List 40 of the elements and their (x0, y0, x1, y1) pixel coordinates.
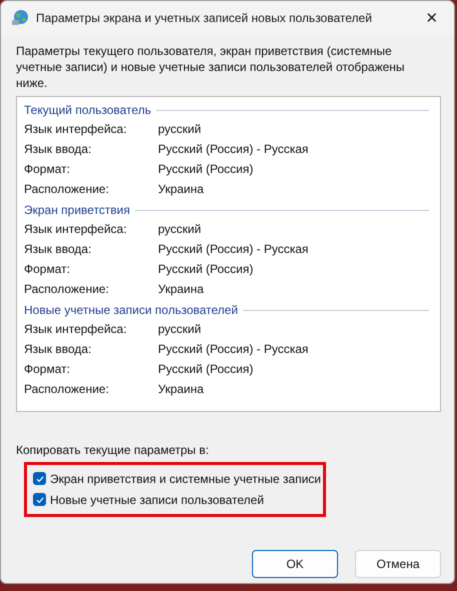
check-icon (34, 474, 44, 484)
copy-label: Копировать текущие параметры в: (16, 443, 210, 457)
setting-label: Расположение: (24, 182, 110, 196)
dialog-button[interactable]: OK (252, 550, 338, 578)
checkbox-label[interactable]: Новые учетные записи пользователей (50, 492, 264, 506)
window-title: Параметры экрана и учетных записей новых пользователей (36, 11, 373, 25)
setting-label: Язык интерфейса: (24, 322, 128, 336)
setting-value: Русский (Россия) - Русская (158, 342, 308, 356)
setting-label: Язык ввода: (24, 142, 92, 156)
setting-label: Язык ввода: (24, 242, 92, 256)
checkbox-label[interactable]: Экран приветствия и системные учетные записи (50, 472, 321, 486)
setting-label: Формат: (24, 262, 71, 276)
close-button[interactable]: ✕ (410, 1, 454, 35)
setting-label: Язык интерфейса: (24, 122, 128, 136)
check-icon (34, 494, 44, 504)
checkbox[interactable] (33, 472, 46, 485)
setting-value: Русский (Россия) (158, 362, 254, 376)
setting-value: Украина (158, 182, 204, 196)
setting-label: Расположение: (24, 382, 110, 396)
setting-label: Расположение: (24, 282, 110, 296)
section-heading: Новые учетные записи пользователей (24, 303, 238, 317)
globe-icon (11, 9, 29, 27)
dialog-button[interactable]: Отмена (355, 550, 441, 578)
setting-label: Язык интерфейса: (24, 222, 128, 236)
setting-value: Украина (158, 382, 204, 396)
setting-label: Язык ввода: (24, 342, 92, 356)
section-heading: Экран приветствия (24, 203, 130, 217)
section-heading: Текущий пользователь (24, 103, 152, 117)
setting-label: Формат: (24, 362, 71, 376)
checkbox[interactable] (33, 493, 46, 506)
setting-value: Русский (Россия) (158, 162, 254, 176)
description-text: Параметры текущего пользователя, экран приветствия (системные учетные записи) и новые учетные записи пользователей отображены ниже. (16, 43, 406, 91)
setting-value: русский (158, 122, 202, 136)
setting-value: Русский (Россия) - Русская (158, 242, 308, 256)
setting-label: Формат: (24, 162, 71, 176)
setting-value: русский (158, 322, 202, 336)
setting-value: Русский (Россия) - Русская (158, 142, 308, 156)
setting-value: русский (158, 222, 202, 236)
setting-value: Украина (158, 282, 204, 296)
setting-value: Русский (Россия) (158, 262, 254, 276)
